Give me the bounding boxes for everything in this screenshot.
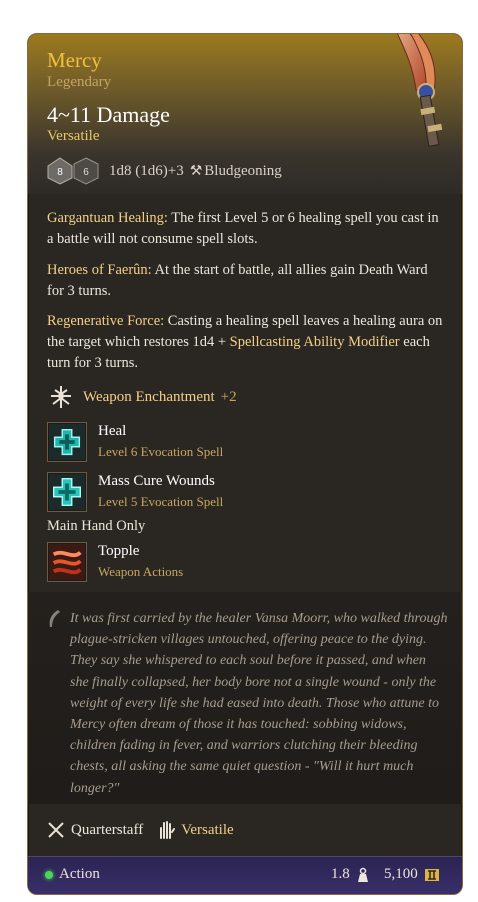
main-hand-only-label: Main Hand Only — [47, 518, 146, 534]
weight-value: 1.8 — [331, 866, 350, 882]
tooltip-footer: Action 1.8 5,100 — [28, 856, 462, 894]
topple-icon — [47, 542, 87, 582]
spell-heal[interactable]: Heal Level 6 Evocation Spell — [47, 422, 347, 462]
spell-mass-cure-wounds[interactable]: Mass Cure Wounds Level 5 Evocation Spell — [47, 472, 347, 512]
passive-name: Heroes of Faerûn: — [47, 262, 152, 278]
action-title: Topple — [98, 543, 140, 559]
enchantment-bonus: +2 — [220, 388, 237, 405]
mass-cure-wounds-icon — [47, 472, 87, 512]
action-cost: Action — [45, 866, 100, 883]
d6-value: 6 — [83, 167, 89, 178]
spell-subtitle: Level 6 Evocation Spell — [98, 444, 224, 459]
lore-section: It was first carried by the healer Vansa… — [28, 592, 462, 804]
weapon-property: Versatile — [181, 821, 234, 838]
passive-gargantuan-healing: Gargantuan Healing: The first Level 5 or… — [47, 208, 447, 250]
item-price: 5,100 — [384, 866, 440, 883]
action-subtitle: Weapon Actions — [98, 564, 184, 579]
weapon-type: Quarterstaff — [71, 821, 144, 838]
spell-title: Heal — [98, 423, 127, 439]
quill-icon — [49, 610, 60, 627]
d8-die-icon: 8 — [47, 157, 73, 185]
dice-formula: 1d8 (1d6)+3 — [109, 162, 184, 179]
weapon-enchantment[interactable]: Weapon Enchantment +2 — [47, 384, 237, 410]
quarterstaff-proficiency-icon — [48, 822, 64, 838]
passive-name: Regenerative Force: — [47, 313, 165, 329]
bludgeoning-icon: ⚒ — [189, 163, 203, 179]
weight-icon — [357, 867, 368, 882]
item-weight: 1.8 — [331, 866, 370, 883]
weapon-traits: Quarterstaff Versatile — [47, 820, 234, 840]
spell-title: Mass Cure Wounds — [98, 473, 215, 489]
item-name: Mercy — [47, 48, 102, 72]
enchantment-icon — [51, 386, 71, 408]
passive-regenerative-force: Regenerative Force: Casting a healing sp… — [47, 311, 447, 374]
item-tooltip: Mercy Legendary 4~11 Damage Versatile 8 … — [27, 33, 463, 895]
heal-spell-icon — [47, 422, 87, 462]
spell-subtitle: Level 5 Evocation Spell — [98, 494, 224, 509]
price-value: 5,100 — [384, 866, 418, 882]
d6-die-icon: 6 — [73, 157, 99, 185]
action-label: Action — [59, 866, 100, 882]
quarterstaff-item-image — [397, 34, 443, 147]
action-point-icon — [45, 870, 53, 879]
lore-text: It was first carried by the healer Vansa… — [70, 611, 448, 796]
damage-type: Bludgeoning — [204, 162, 282, 179]
versatile-hand-icon — [160, 821, 176, 839]
spellcasting-modifier-link[interactable]: Spellcasting Ability Modifier — [230, 334, 400, 350]
passive-name: Gargantuan Healing: — [47, 210, 168, 226]
gold-coin-icon — [424, 868, 439, 881]
enchantment-label: Weapon Enchantment — [83, 388, 215, 405]
dice-row: 8 6 1d8 (1d6)+3 ⚒ Bludgeoning — [47, 156, 282, 186]
item-damage: 4~11 Damage — [47, 102, 170, 127]
action-topple[interactable]: Topple Weapon Actions — [47, 542, 347, 582]
d8-value: 8 — [57, 167, 63, 178]
passive-heroes-of-faerun: Heroes of Faerûn: At the start of battle… — [47, 260, 447, 302]
item-property: Versatile — [47, 128, 100, 144]
item-rarity: Legendary — [47, 74, 112, 90]
